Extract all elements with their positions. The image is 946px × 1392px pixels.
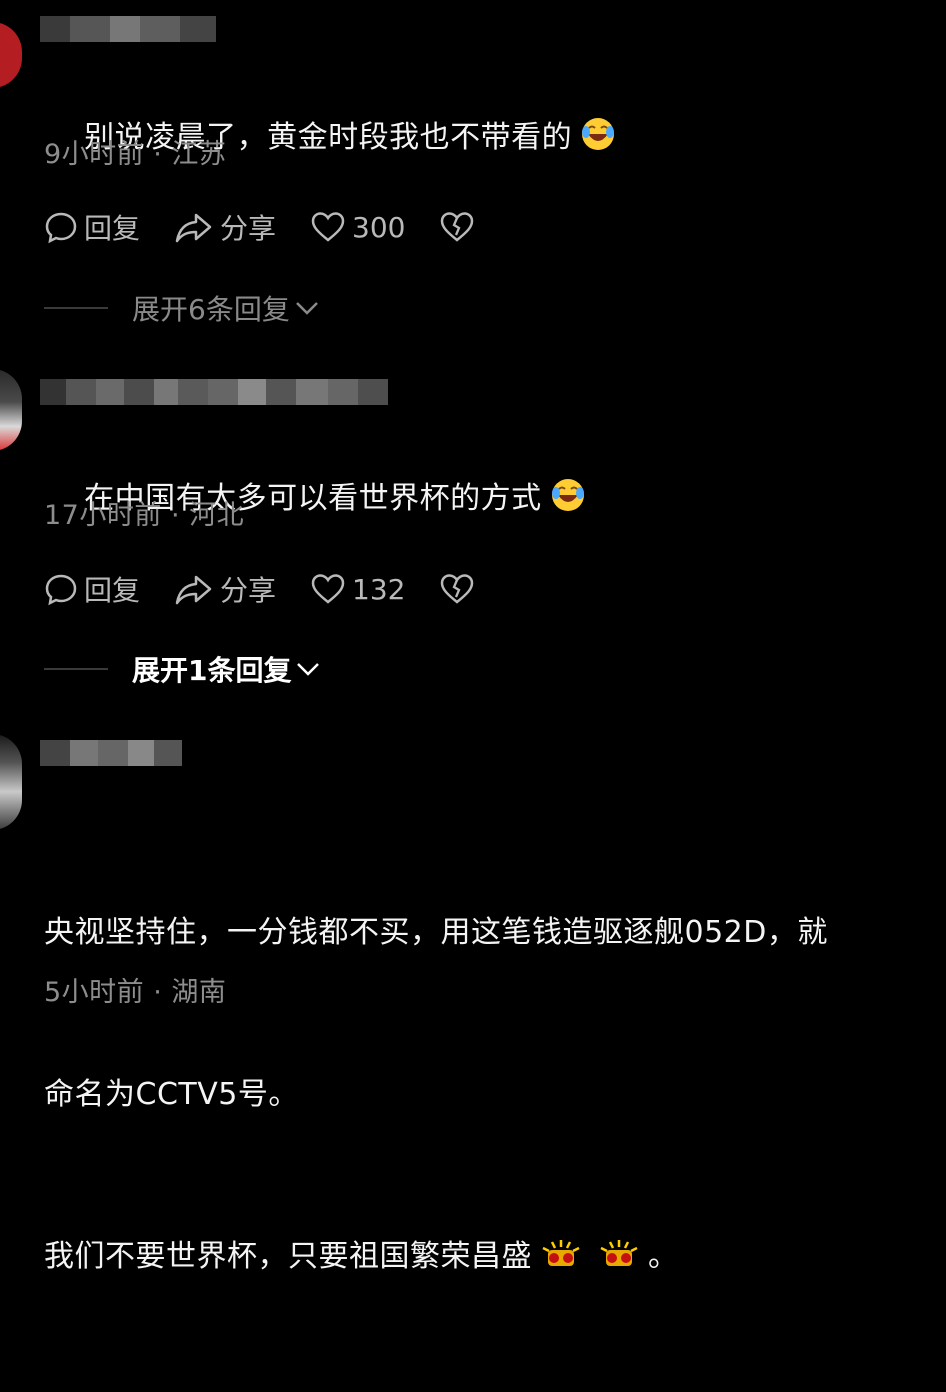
laugh-cry-emoji <box>551 479 584 511</box>
expand-replies-button[interactable]: 展开6条回复 <box>44 288 320 328</box>
username-blurred[interactable] <box>40 379 388 405</box>
laugh-cry-emoji <box>582 118 615 150</box>
reply-button[interactable]: 回复 <box>44 207 140 247</box>
heart-icon <box>311 574 345 604</box>
broken-heart-icon <box>441 212 474 242</box>
dislike-button[interactable] <box>439 572 481 606</box>
comment-text-line: 央视坚持住，一分钱都不买，用这笔钱造驱逐舰052D，就 <box>44 915 828 950</box>
username-blurred[interactable] <box>40 740 182 766</box>
chevron-down-icon <box>297 663 320 676</box>
comment-text-line: 命名为CCTV5号。 <box>44 1077 299 1112</box>
reply-bubble-icon <box>45 212 77 244</box>
share-arrow-icon <box>175 213 212 243</box>
comment-actions: 回复 分享 132 <box>44 569 515 609</box>
reply-button[interactable]: 回复 <box>44 569 140 609</box>
comment-text: 央视坚持住，一分钱都不买，用这笔钱造驱逐舰052D，就 命名为CCTV5号。 我… <box>44 798 916 1392</box>
avatar[interactable] <box>0 734 22 830</box>
username-blurred[interactable] <box>40 16 216 42</box>
comment-1: 别说凌晨了，黄金时段我也不带看的 9小时前 · 江苏 回复 分享 300 展开6… <box>0 0 946 340</box>
avatar[interactable] <box>0 22 22 88</box>
comment-meta: 17小时前 · 河北 <box>44 500 245 531</box>
like-count: 300 <box>352 210 406 244</box>
share-button[interactable]: 分享 <box>174 569 276 609</box>
reply-bubble-icon <box>45 574 77 606</box>
comment-2: 在中国有太多可以看世界杯的方式 17小时前 · 河北 回复 分享 132 展开1… <box>0 355 946 715</box>
share-arrow-icon <box>175 575 212 605</box>
comment-text-line: 我们不要世界杯，只要祖国繁荣昌盛。 <box>44 1239 679 1274</box>
divider-line <box>44 307 108 309</box>
like-button[interactable]: 132 <box>310 572 405 606</box>
chevron-down-icon <box>295 302 318 315</box>
fireworks-emoji <box>600 1240 638 1266</box>
comment-meta: 5小时前 · 湖南 <box>44 977 227 1008</box>
like-button[interactable]: 300 <box>310 210 405 244</box>
expand-replies-button[interactable]: 展开1条回复 <box>44 649 321 689</box>
comment-3: 央视坚持住，一分钱都不买，用这笔钱造驱逐舰052D，就 命名为CCTV5号。 我… <box>0 720 946 1274</box>
like-count: 132 <box>352 572 406 606</box>
share-button[interactable]: 分享 <box>174 207 276 247</box>
dislike-button[interactable] <box>439 210 481 244</box>
fireworks-emoji <box>542 1240 580 1266</box>
avatar[interactable] <box>0 369 22 451</box>
broken-heart-icon <box>441 574 474 604</box>
comment-meta: 9小时前 · 江苏 <box>44 139 227 170</box>
heart-icon <box>311 212 345 242</box>
comment-actions: 回复 分享 300 <box>44 207 515 247</box>
divider-line <box>44 668 108 670</box>
